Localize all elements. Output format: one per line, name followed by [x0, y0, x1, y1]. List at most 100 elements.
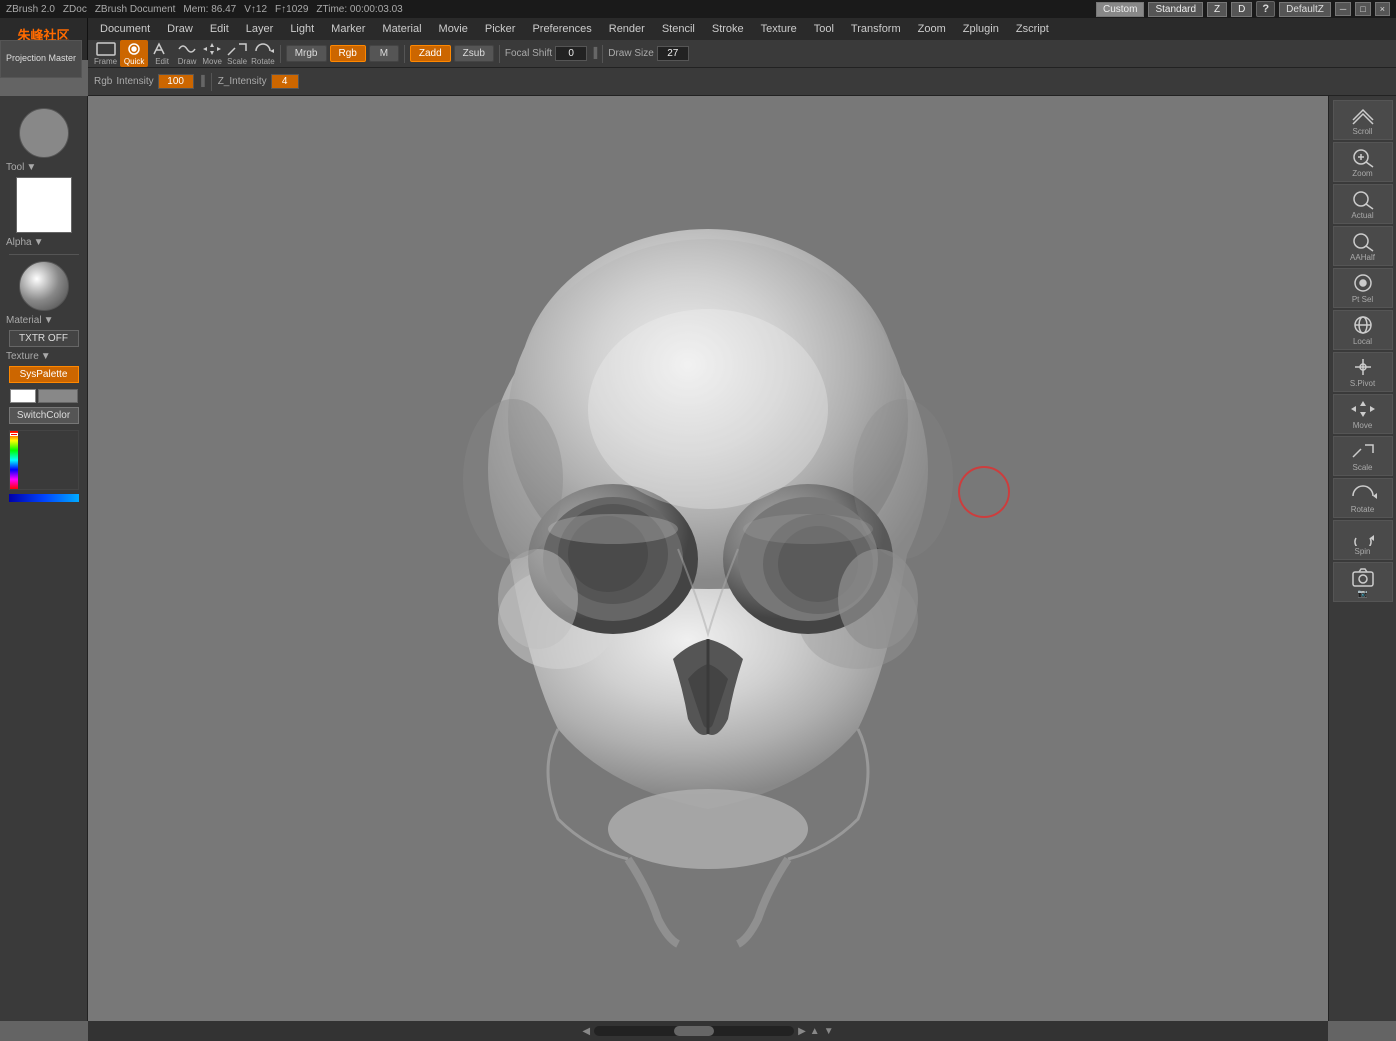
local-btn[interactable]: Local — [1333, 310, 1393, 350]
draw-size-value[interactable]: 27 — [657, 46, 689, 61]
nav-spin-label: Spin — [1354, 547, 1370, 556]
menu-material[interactable]: Material — [374, 21, 429, 37]
quick-btn[interactable]: Quick — [120, 40, 148, 67]
focal-shift-value[interactable]: 0 — [555, 46, 587, 61]
toolbar-row2: Rgb Intensity 100 ▐ Z_Intensity 4 — [88, 68, 1396, 96]
projection-master-btn[interactable]: Projection Master — [0, 40, 82, 78]
right-panel: Scroll Zoom Actual AAHalf Pt Sel — [1328, 96, 1396, 1021]
left-divider1 — [9, 254, 79, 255]
zadd-btn[interactable]: Zadd — [410, 45, 451, 62]
material-section[interactable]: Material ▼ — [6, 315, 53, 326]
menu-transform[interactable]: Transform — [843, 21, 909, 37]
menu-marker[interactable]: Marker — [323, 21, 373, 37]
txtr-btn[interactable]: TXTR OFF — [9, 330, 79, 347]
close-btn[interactable]: × — [1375, 2, 1390, 16]
bottom-bar: ◀ ▶ ▲ ▼ — [88, 1021, 1328, 1041]
menu-picker[interactable]: Picker — [477, 21, 524, 37]
sys-palette-btn[interactable]: SysPalette — [9, 366, 79, 383]
menu-tool[interactable]: Tool — [806, 21, 842, 37]
scroll-track[interactable] — [594, 1026, 794, 1036]
nav-rotate-btn[interactable]: Rotate — [1333, 478, 1393, 518]
scroll-btn[interactable]: Scroll — [1333, 100, 1393, 140]
frame-btn[interactable]: Frame — [94, 41, 117, 66]
menu-light[interactable]: Light — [282, 21, 322, 37]
scroll-left-arrow[interactable]: ◀ — [582, 1026, 590, 1037]
edit-label: Edit — [155, 57, 169, 66]
d-mode-btn[interactable]: D — [1231, 2, 1252, 17]
actual-btn[interactable]: Actual — [1333, 184, 1393, 224]
minimize-btn[interactable]: ─ — [1335, 2, 1351, 16]
texture-dropdown-icon: ▼ — [41, 351, 51, 362]
menu-preferences[interactable]: Preferences — [524, 21, 599, 37]
tool-section[interactable]: Tool ▼ — [6, 162, 36, 173]
zoom-btn[interactable]: Zoom — [1333, 142, 1393, 182]
scroll-up-arrow[interactable]: ▲ — [810, 1026, 820, 1037]
mrgb-btn[interactable]: Mrgb — [286, 45, 327, 62]
z-mode-btn[interactable]: Z — [1207, 2, 1227, 17]
zsub-btn[interactable]: Zsub — [454, 45, 494, 62]
scroll-thumb[interactable] — [674, 1026, 714, 1036]
intensity-value[interactable]: 100 — [158, 74, 194, 89]
scroll-down-arrow[interactable]: ▼ — [824, 1026, 834, 1037]
nav-spin-btn[interactable]: Spin — [1333, 520, 1393, 560]
menu-movie[interactable]: Movie — [431, 21, 476, 37]
menu-texture[interactable]: Texture — [753, 21, 805, 37]
move-btn[interactable]: Move — [201, 41, 223, 66]
mem-info: Mem: 86.47 — [183, 4, 236, 15]
scale-btn[interactable]: Scale — [226, 41, 248, 66]
nav-move-btn[interactable]: Move — [1333, 394, 1393, 434]
draw-btn[interactable]: Draw — [176, 41, 198, 66]
menu-document[interactable]: Document — [92, 21, 158, 37]
scroll-label: Scroll — [1352, 127, 1372, 136]
menu-stroke[interactable]: Stroke — [704, 21, 752, 37]
f-info: F↑1029 — [275, 4, 308, 15]
rotate-label: Rotate — [251, 57, 275, 66]
edit-btn[interactable]: Edit — [151, 41, 173, 66]
canvas-area[interactable] — [88, 96, 1328, 1021]
intensity-slider: ▐ — [198, 76, 205, 87]
color-picker[interactable] — [9, 430, 79, 490]
hue-strip — [10, 431, 18, 489]
sep4 — [602, 45, 603, 63]
menu-zscript[interactable]: Zscript — [1008, 21, 1057, 37]
menu-edit[interactable]: Edit — [202, 21, 237, 37]
menu-layer[interactable]: Layer — [238, 21, 282, 37]
actual-label: Actual — [1351, 211, 1373, 220]
spivot-btn[interactable]: S.Pivot — [1333, 352, 1393, 392]
scroll-right-arrow[interactable]: ▶ — [798, 1026, 806, 1037]
focal-slider-indicator: ▐ — [590, 48, 597, 59]
ptsel-btn[interactable]: Pt Sel — [1333, 268, 1393, 308]
tool-label: Tool — [6, 162, 24, 173]
z-intensity-value[interactable]: 4 — [271, 74, 299, 89]
swatch-white[interactable] — [10, 389, 36, 403]
m-btn[interactable]: M — [369, 45, 399, 62]
default-z-btn[interactable]: DefaultZ — [1279, 2, 1331, 17]
custom-mode-btn[interactable]: Custom — [1096, 2, 1144, 17]
help-btn[interactable]: ? — [1256, 1, 1275, 17]
alpha-section[interactable]: Alpha ▼ — [6, 237, 43, 248]
scale-label: Scale — [227, 57, 247, 66]
nav-rotate-label: Rotate — [1351, 505, 1375, 514]
menu-zplugin[interactable]: Zplugin — [955, 21, 1007, 37]
app-full-name: ZBrush Document — [95, 4, 176, 15]
snapshot-btn[interactable]: 📷 — [1333, 562, 1393, 602]
swatch-gray[interactable] — [38, 389, 78, 403]
switch-color-btn[interactable]: SwitchColor — [9, 407, 79, 424]
sep3 — [499, 45, 500, 63]
texture-section[interactable]: Texture ▼ — [6, 351, 51, 362]
alpha-label: Alpha — [6, 237, 32, 248]
menu-draw[interactable]: Draw — [159, 21, 201, 37]
menu-render[interactable]: Render — [601, 21, 653, 37]
standard-mode-btn[interactable]: Standard — [1148, 2, 1203, 17]
rgb-btn[interactable]: Rgb — [330, 45, 366, 62]
menu-zoom[interactable]: Zoom — [910, 21, 954, 37]
z-intensity-label: Z_Intensity — [218, 76, 267, 87]
aahalf-btn[interactable]: AAHalf — [1333, 226, 1393, 266]
nav-move-label: Move — [1353, 421, 1373, 430]
alpha-preview — [19, 108, 69, 158]
sep1 — [280, 45, 281, 63]
menu-stencil[interactable]: Stencil — [654, 21, 703, 37]
rotate-btn[interactable]: Rotate — [251, 41, 275, 66]
maximize-btn[interactable]: □ — [1355, 2, 1370, 16]
nav-scale-btn[interactable]: Scale — [1333, 436, 1393, 476]
